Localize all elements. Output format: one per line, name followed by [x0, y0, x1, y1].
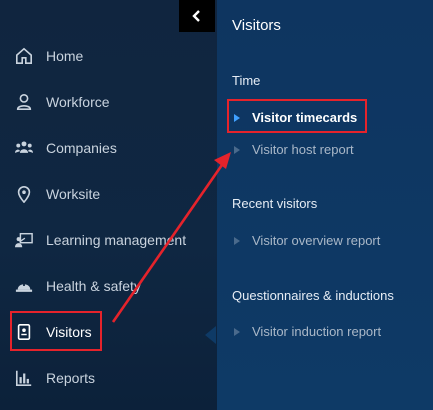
sidebar-item-label: Reports	[46, 370, 96, 386]
collapse-sidebar-button[interactable]	[179, 0, 215, 32]
sidebar-item-health-safety[interactable]: Health & safety	[12, 269, 208, 303]
hard-hat-icon	[12, 276, 36, 296]
link-label: Visitor induction report	[252, 324, 382, 339]
sidebar-item-label: Learning management	[46, 232, 187, 248]
panel-title: Visitors	[232, 17, 281, 34]
sidebar-item-label: Workforce	[46, 94, 110, 110]
link-label: Visitor overview report	[252, 233, 381, 248]
submenu-panel: Visitors Time Visitor timecards Visitor …	[217, 0, 433, 410]
link-visitor-induction-report[interactable]: Visitor induction report	[234, 324, 381, 339]
chevron-left-icon	[192, 10, 200, 22]
sidebar-item-companies[interactable]: Companies	[12, 131, 208, 165]
sidebar-item-home[interactable]: Home	[12, 39, 208, 73]
bar-chart-icon	[12, 368, 36, 388]
link-visitor-overview-report[interactable]: Visitor overview report	[234, 233, 380, 248]
active-item-pointer	[205, 326, 216, 344]
section-heading-recent-visitors: Recent visitors	[232, 196, 318, 211]
person-icon	[12, 92, 36, 112]
section-heading-questionnaires: Questionnaires & inductions	[232, 288, 394, 303]
sidebar-item-worksite[interactable]: Worksite	[12, 177, 208, 211]
location-pin-icon	[12, 184, 36, 204]
caret-right-icon	[234, 236, 244, 246]
sidebar-item-learning-management[interactable]: Learning management	[12, 223, 208, 257]
home-icon	[12, 46, 36, 66]
link-label: Visitor host report	[252, 142, 354, 157]
group-icon	[12, 138, 36, 158]
sidebar-item-label: Companies	[46, 140, 117, 156]
timecards-annotation-box	[227, 99, 367, 133]
section-heading-time: Time	[232, 73, 261, 88]
caret-right-icon	[234, 145, 244, 155]
training-icon	[12, 230, 36, 250]
visitors-annotation-box	[10, 311, 102, 351]
link-visitor-host-report[interactable]: Visitor host report	[234, 142, 354, 157]
sidebar-item-label: Health & safety	[46, 278, 141, 294]
sidebar-item-label: Worksite	[46, 186, 101, 202]
sidebar-item-reports[interactable]: Reports	[12, 361, 208, 395]
caret-right-icon	[234, 327, 244, 337]
sidebar-item-workforce[interactable]: Workforce	[12, 85, 208, 119]
sidebar-item-label: Home	[46, 48, 84, 64]
